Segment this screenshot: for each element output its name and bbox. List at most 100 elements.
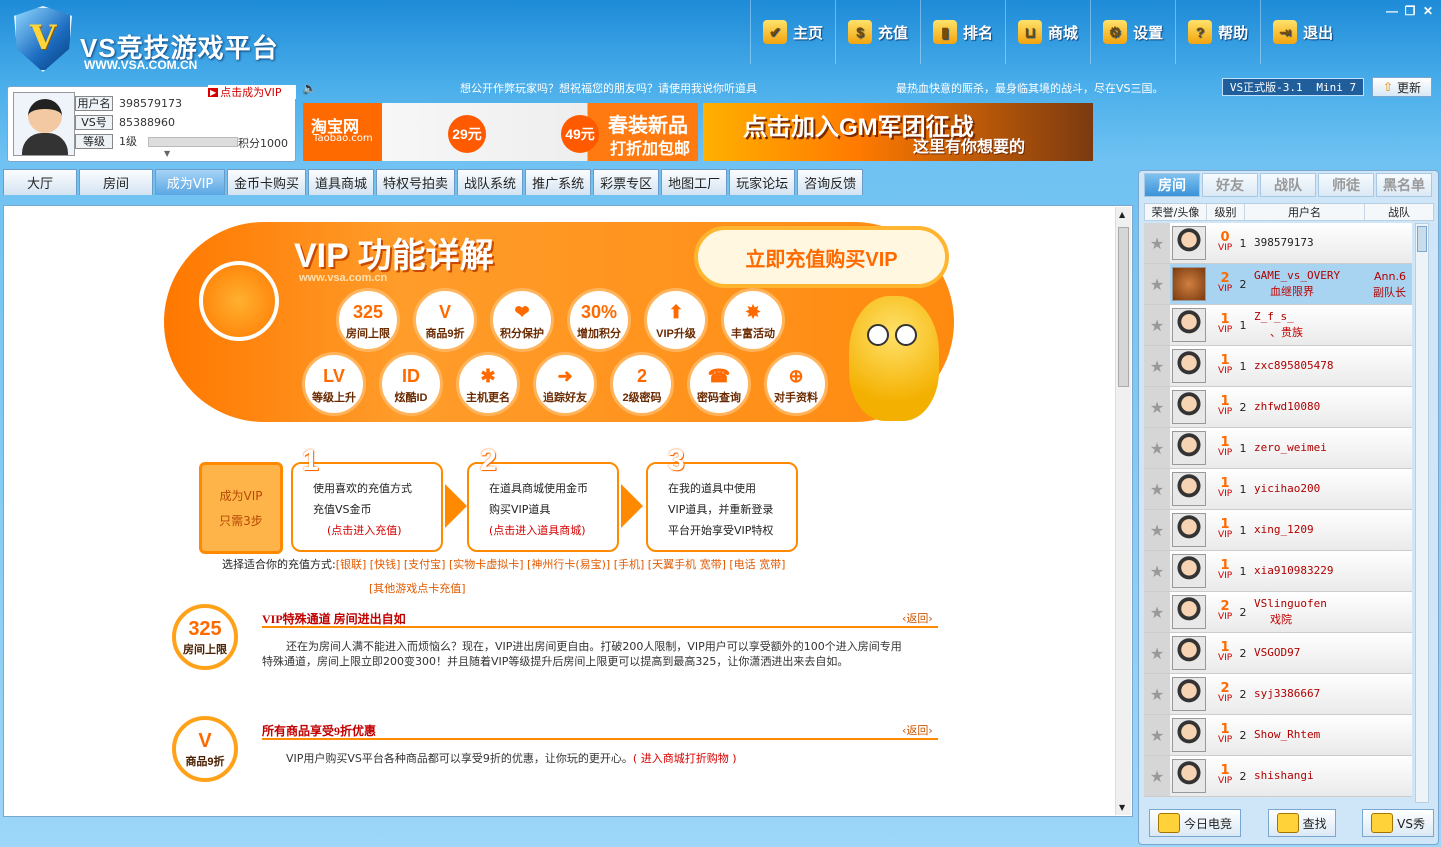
today-esports-button[interactable]: 今日电竞 <box>1149 809 1242 837</box>
tab-team[interactable]: 战队系统 <box>457 169 524 195</box>
feature-cool-id[interactable]: ID 炫酷ID <box>379 352 443 416</box>
other-card-link[interactable]: [其他游戏点卡充值] <box>369 580 466 596</box>
vsid-row: VS号 85388960 <box>75 115 175 130</box>
restore-button[interactable]: ❐ <box>1403 4 1417 18</box>
back-link[interactable]: ‹返回› <box>902 722 933 738</box>
tab-room[interactable]: 房间 <box>79 169 153 195</box>
recharge-link[interactable]: (点击进入充值) <box>313 520 431 541</box>
shop-discount-link[interactable]: ( 进入商城打折购物 ) <box>633 752 737 765</box>
user-row[interactable]: ★ 1 VIP 1 yicihao200 <box>1144 469 1412 510</box>
avatar <box>1172 554 1206 588</box>
tab-lottery[interactable]: 彩票专区 <box>593 169 660 195</box>
user-row[interactable]: ★ 1 VIP 2 Show_Rhtem <box>1144 715 1412 756</box>
feature-opponent-info[interactable]: ⊕ 对手资料 <box>764 352 828 416</box>
header-honor[interactable]: 荣誉/头像 <box>1145 204 1207 220</box>
search-button[interactable]: 查找 <box>1267 809 1336 837</box>
become-vip-label: 点击成为VIP <box>220 86 282 99</box>
tab-mentor[interactable]: 师徒 <box>1318 173 1374 197</box>
feature-label: 主机更名 <box>466 392 510 404</box>
nav-settings-button[interactable]: ⚙ 设置 <box>1090 0 1175 64</box>
nav-recharge-button[interactable]: $ 充值 <box>835 0 920 64</box>
feature-discount[interactable]: V 商品9折 <box>413 288 477 352</box>
user-row[interactable]: ★ 0 VIP 1 398579173 <box>1144 223 1412 264</box>
header-level[interactable]: 级别 <box>1207 204 1245 220</box>
feature-score-boost[interactable]: 30% 增加积分 <box>567 288 631 352</box>
ticker-left[interactable]: 想公开作弊玩家吗？想祝福您的朋友吗？请使用我说你听道具 <box>460 80 757 96</box>
nav-exit-button[interactable]: ⇥ 退出 <box>1260 0 1345 64</box>
feature-second-password[interactable]: 2 2级密码 <box>610 352 674 416</box>
user-row[interactable]: ★ 1 VIP 2 zhfwd10080 <box>1144 387 1412 428</box>
gm-banner[interactable]: 点击加入GM军团征战 这里有你想要的 <box>703 103 1093 161</box>
tab-blacklist[interactable]: 黑名单 <box>1376 173 1432 197</box>
user-row[interactable]: ★ 1 VIP 2 shishangi <box>1144 756 1412 797</box>
nav-help-button[interactable]: ? 帮助 <box>1175 0 1260 64</box>
back-link[interactable]: ‹返回› <box>902 610 933 626</box>
feature-password-query[interactable]: ☎ 密码查询 <box>687 352 751 416</box>
tab-auction[interactable]: 特权号拍卖 <box>376 169 456 195</box>
vs-show-button[interactable]: VS秀 <box>1362 809 1434 837</box>
ticker-right[interactable]: 最热血快意的厮杀，最身临其境的战斗，尽在VS三国。 <box>896 80 1164 96</box>
payment-links[interactable]: [银联] [快钱] [支付宝] [实物卡虚拟卡] [神州行卡(易宝)] [手机]… <box>336 558 786 571</box>
button-label: VS秀 <box>1397 816 1425 831</box>
update-button[interactable]: ⇧ 更新 <box>1372 77 1432 97</box>
tab-feedback[interactable]: 咨询反馈 <box>797 169 864 195</box>
vip-level: 2 <box>1220 681 1230 696</box>
speaker-icon[interactable]: 🔈 <box>302 81 317 95</box>
feature-level-up[interactable]: LV 等级上升 <box>302 352 366 416</box>
tab-forum[interactable]: 玩家论坛 <box>729 169 796 195</box>
scroll-thumb[interactable] <box>1417 226 1427 252</box>
user-row[interactable]: ★ 1 VIP 1 zero_weimei <box>1144 428 1412 469</box>
vip-level: 1 <box>1220 312 1230 327</box>
user-row[interactable]: ★ 1 VIP 1 Z_f_s_ 、贵族 <box>1144 305 1412 346</box>
buy-vip-button[interactable]: 立即充值购买VIP <box>694 226 949 288</box>
user-row[interactable]: ★ 1 VIP 2 VSGOD97 <box>1144 633 1412 674</box>
tab-item-shop[interactable]: 道具商城 <box>308 169 375 195</box>
user-row[interactable]: ★ 1 VIP 1 xing_1209 <box>1144 510 1412 551</box>
nav-shop-button[interactable]: ⊔ 商城 <box>1005 0 1090 64</box>
user-row[interactable]: ★ 2 VIP 2 syj3386667 <box>1144 674 1412 715</box>
feature-room-limit[interactable]: 325 房间上限 <box>336 288 400 352</box>
username-row: 用户名 398579173 <box>75 96 182 111</box>
user-row[interactable]: ★ 1 VIP 1 zxc895805478 <box>1144 346 1412 387</box>
tab-team-users[interactable]: 战队 <box>1260 173 1316 197</box>
feature-track-friend[interactable]: ➜ 追踪好友 <box>533 352 597 416</box>
vip-badge: 1 VIP <box>1218 353 1233 376</box>
item-shop-link[interactable]: (点击进入道具商城) <box>489 520 607 541</box>
content-scrollbar[interactable]: ▲ ▼ <box>1115 207 1131 815</box>
tab-promotion[interactable]: 推广系统 <box>525 169 592 195</box>
header-team[interactable]: 战队 <box>1365 204 1433 220</box>
avatar[interactable] <box>13 92 75 156</box>
close-button[interactable]: ✕ <box>1421 4 1435 18</box>
feature-score-protect[interactable]: ❤ 积分保护 <box>490 288 554 352</box>
tab-gold-card[interactable]: 金币卡购买 <box>227 169 307 195</box>
header-username[interactable]: 用户名 <box>1245 204 1365 220</box>
nav-home-button[interactable]: ✔ 主页 <box>750 0 835 64</box>
feature-vip-upgrade[interactable]: ⬆ VIP升级 <box>644 288 708 352</box>
right-panel: 房间 好友 战队 师徒 黑名单 荣誉/头像 级别 用户名 战队 ★ 0 VIP 1 39… <box>1138 170 1439 845</box>
tab-lobby[interactable]: 大厅 <box>3 169 77 195</box>
tab-friends[interactable]: 好友 <box>1202 173 1258 197</box>
user-name: xia910983229 <box>1254 564 1334 577</box>
step-intro-line: 只需3步 <box>219 514 263 528</box>
nav-rank-button[interactable]: ▮ 排名 <box>920 0 1005 64</box>
minimize-button[interactable]: — <box>1385 4 1399 18</box>
user-list-scrollbar[interactable] <box>1415 223 1429 803</box>
user-name: VSlinguofen <box>1254 597 1327 610</box>
vip-badge: 2 VIP <box>1218 599 1233 622</box>
feature-host-rename[interactable]: ✱ 主机更名 <box>456 352 520 416</box>
user-row[interactable]: ★ 2 VIP 2 VSlinguofen 戏院 <box>1144 592 1412 633</box>
tab-become-vip[interactable]: 成为VIP <box>155 169 225 195</box>
tab-room-users[interactable]: 房间 <box>1144 173 1200 197</box>
scroll-up-icon[interactable]: ▲ <box>1119 210 1125 219</box>
user-row[interactable]: ★ 2 VIP 2 GAME_vs_OVERY 血继限界 Ann.6 副队长 <box>1144 264 1412 305</box>
scroll-thumb[interactable] <box>1118 227 1129 387</box>
taobao-banner[interactable]: 淘宝网 Taobao.com 29元 49元 春装新品 打折加包邮 <box>303 103 698 161</box>
level-progress-bar <box>148 137 238 147</box>
right-tabs: 房间 好友 战队 师徒 黑名单 <box>1144 173 1432 197</box>
feature-events[interactable]: ✸ 丰富活动 <box>721 288 785 352</box>
become-vip-link[interactable]: ▶ 点击成为VIP <box>208 85 296 99</box>
tab-map-factory[interactable]: 地图工厂 <box>661 169 728 195</box>
chevron-down-icon[interactable]: ▼ <box>164 149 170 158</box>
scroll-down-icon[interactable]: ▼ <box>1119 803 1125 812</box>
user-row[interactable]: ★ 1 VIP 1 xia910983229 <box>1144 551 1412 592</box>
